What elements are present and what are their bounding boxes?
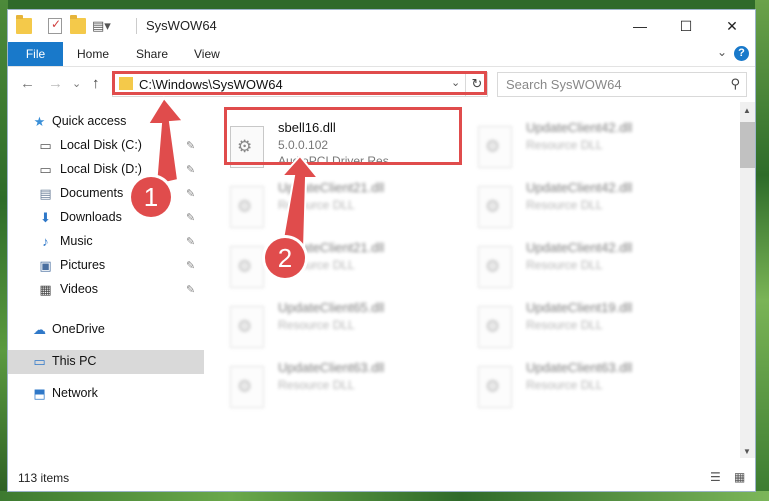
step-1-callout: 1 <box>131 177 171 217</box>
annotation-arrows <box>146 96 321 251</box>
arrow-step1 <box>146 96 185 187</box>
step-2-callout: 2 <box>265 238 305 278</box>
arrow-step2 <box>279 154 321 251</box>
